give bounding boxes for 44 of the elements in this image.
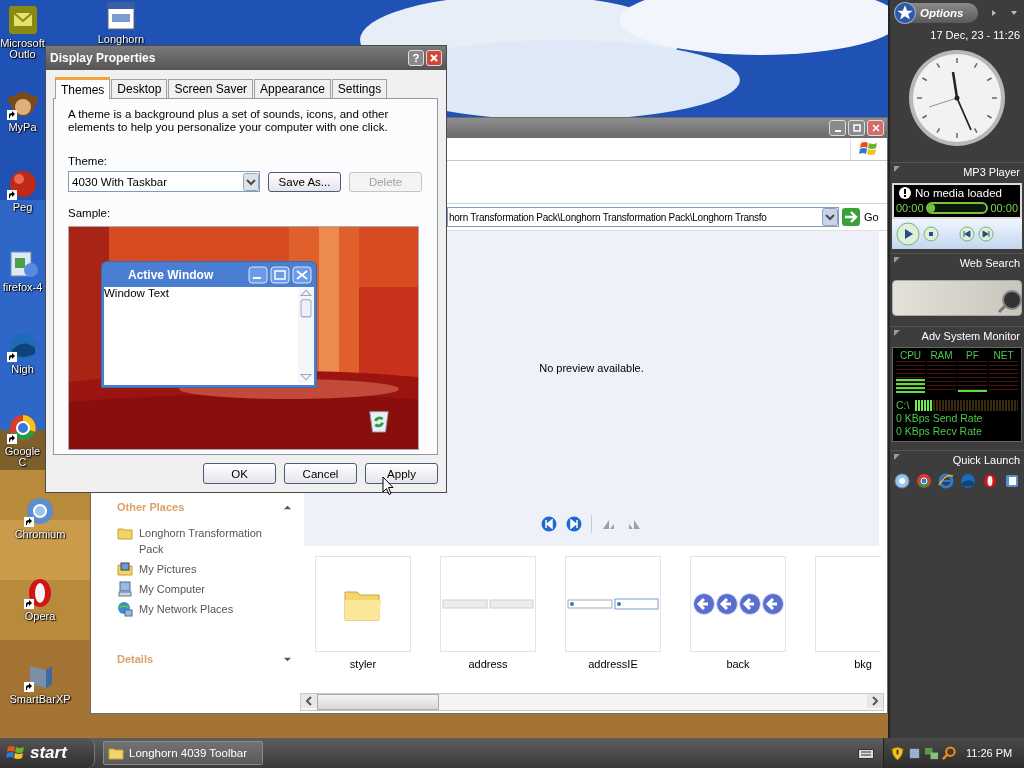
search-icon[interactable] xyxy=(941,745,956,761)
keyboard-icon[interactable] xyxy=(858,747,874,759)
drive-label: C:\ xyxy=(896,399,910,412)
meter-label: PF xyxy=(965,350,980,361)
status-message: No media loaded xyxy=(915,187,1002,199)
collapse-icon[interactable] xyxy=(894,454,900,460)
meter-label: CPU xyxy=(898,350,923,361)
panel-title: MP3 Player xyxy=(963,166,1020,178)
meter-track xyxy=(927,361,956,393)
arrow-right-icon[interactable] xyxy=(990,9,998,17)
collapse-icon[interactable] xyxy=(894,257,900,263)
alert-icon xyxy=(899,187,911,199)
globe-icon[interactable] xyxy=(894,473,910,489)
time-elapsed: 00:00 xyxy=(896,202,924,214)
browser-e-icon[interactable] xyxy=(938,473,954,489)
date-time: 17 Dec, 23 - 11:26 xyxy=(930,29,1020,41)
meter-track xyxy=(989,361,1018,393)
folder-icon xyxy=(108,745,124,761)
search-field[interactable] xyxy=(892,280,1022,316)
panel-title: Web Search xyxy=(959,257,1020,269)
clock-time: 11:26 PM xyxy=(966,747,1013,759)
meter-label: NET xyxy=(992,350,1015,361)
collapse-icon[interactable] xyxy=(894,330,900,336)
stop-icon[interactable] xyxy=(923,226,939,242)
meter-label: RAM xyxy=(929,350,954,361)
search-icon[interactable] xyxy=(998,288,1024,314)
taskbar-button[interactable]: Longhorn 4039 Toolbar xyxy=(103,741,263,765)
letter-o-icon[interactable] xyxy=(982,473,998,489)
color-wheel-icon[interactable] xyxy=(916,473,932,489)
progress-track[interactable] xyxy=(925,202,989,214)
options-button[interactable]: Options xyxy=(896,3,978,23)
next-icon[interactable] xyxy=(978,226,994,242)
collapse-icon[interactable] xyxy=(894,166,900,172)
document-icon[interactable] xyxy=(1004,473,1020,489)
panel-title: Adv System Monitor xyxy=(921,330,1020,342)
receive-rate: 0 KBps Recv Rate xyxy=(896,425,983,438)
start-button[interactable]: start xyxy=(0,738,95,768)
play-icon[interactable] xyxy=(896,222,920,246)
panel-title: Quick Launch xyxy=(952,454,1020,466)
caret-icon[interactable] xyxy=(1010,9,1018,17)
shield-icon[interactable] xyxy=(890,745,905,761)
time-total: 00:00 xyxy=(990,202,1018,214)
send-rate: 0 KBps Send Rate xyxy=(896,412,984,425)
previous-icon[interactable] xyxy=(959,226,975,242)
